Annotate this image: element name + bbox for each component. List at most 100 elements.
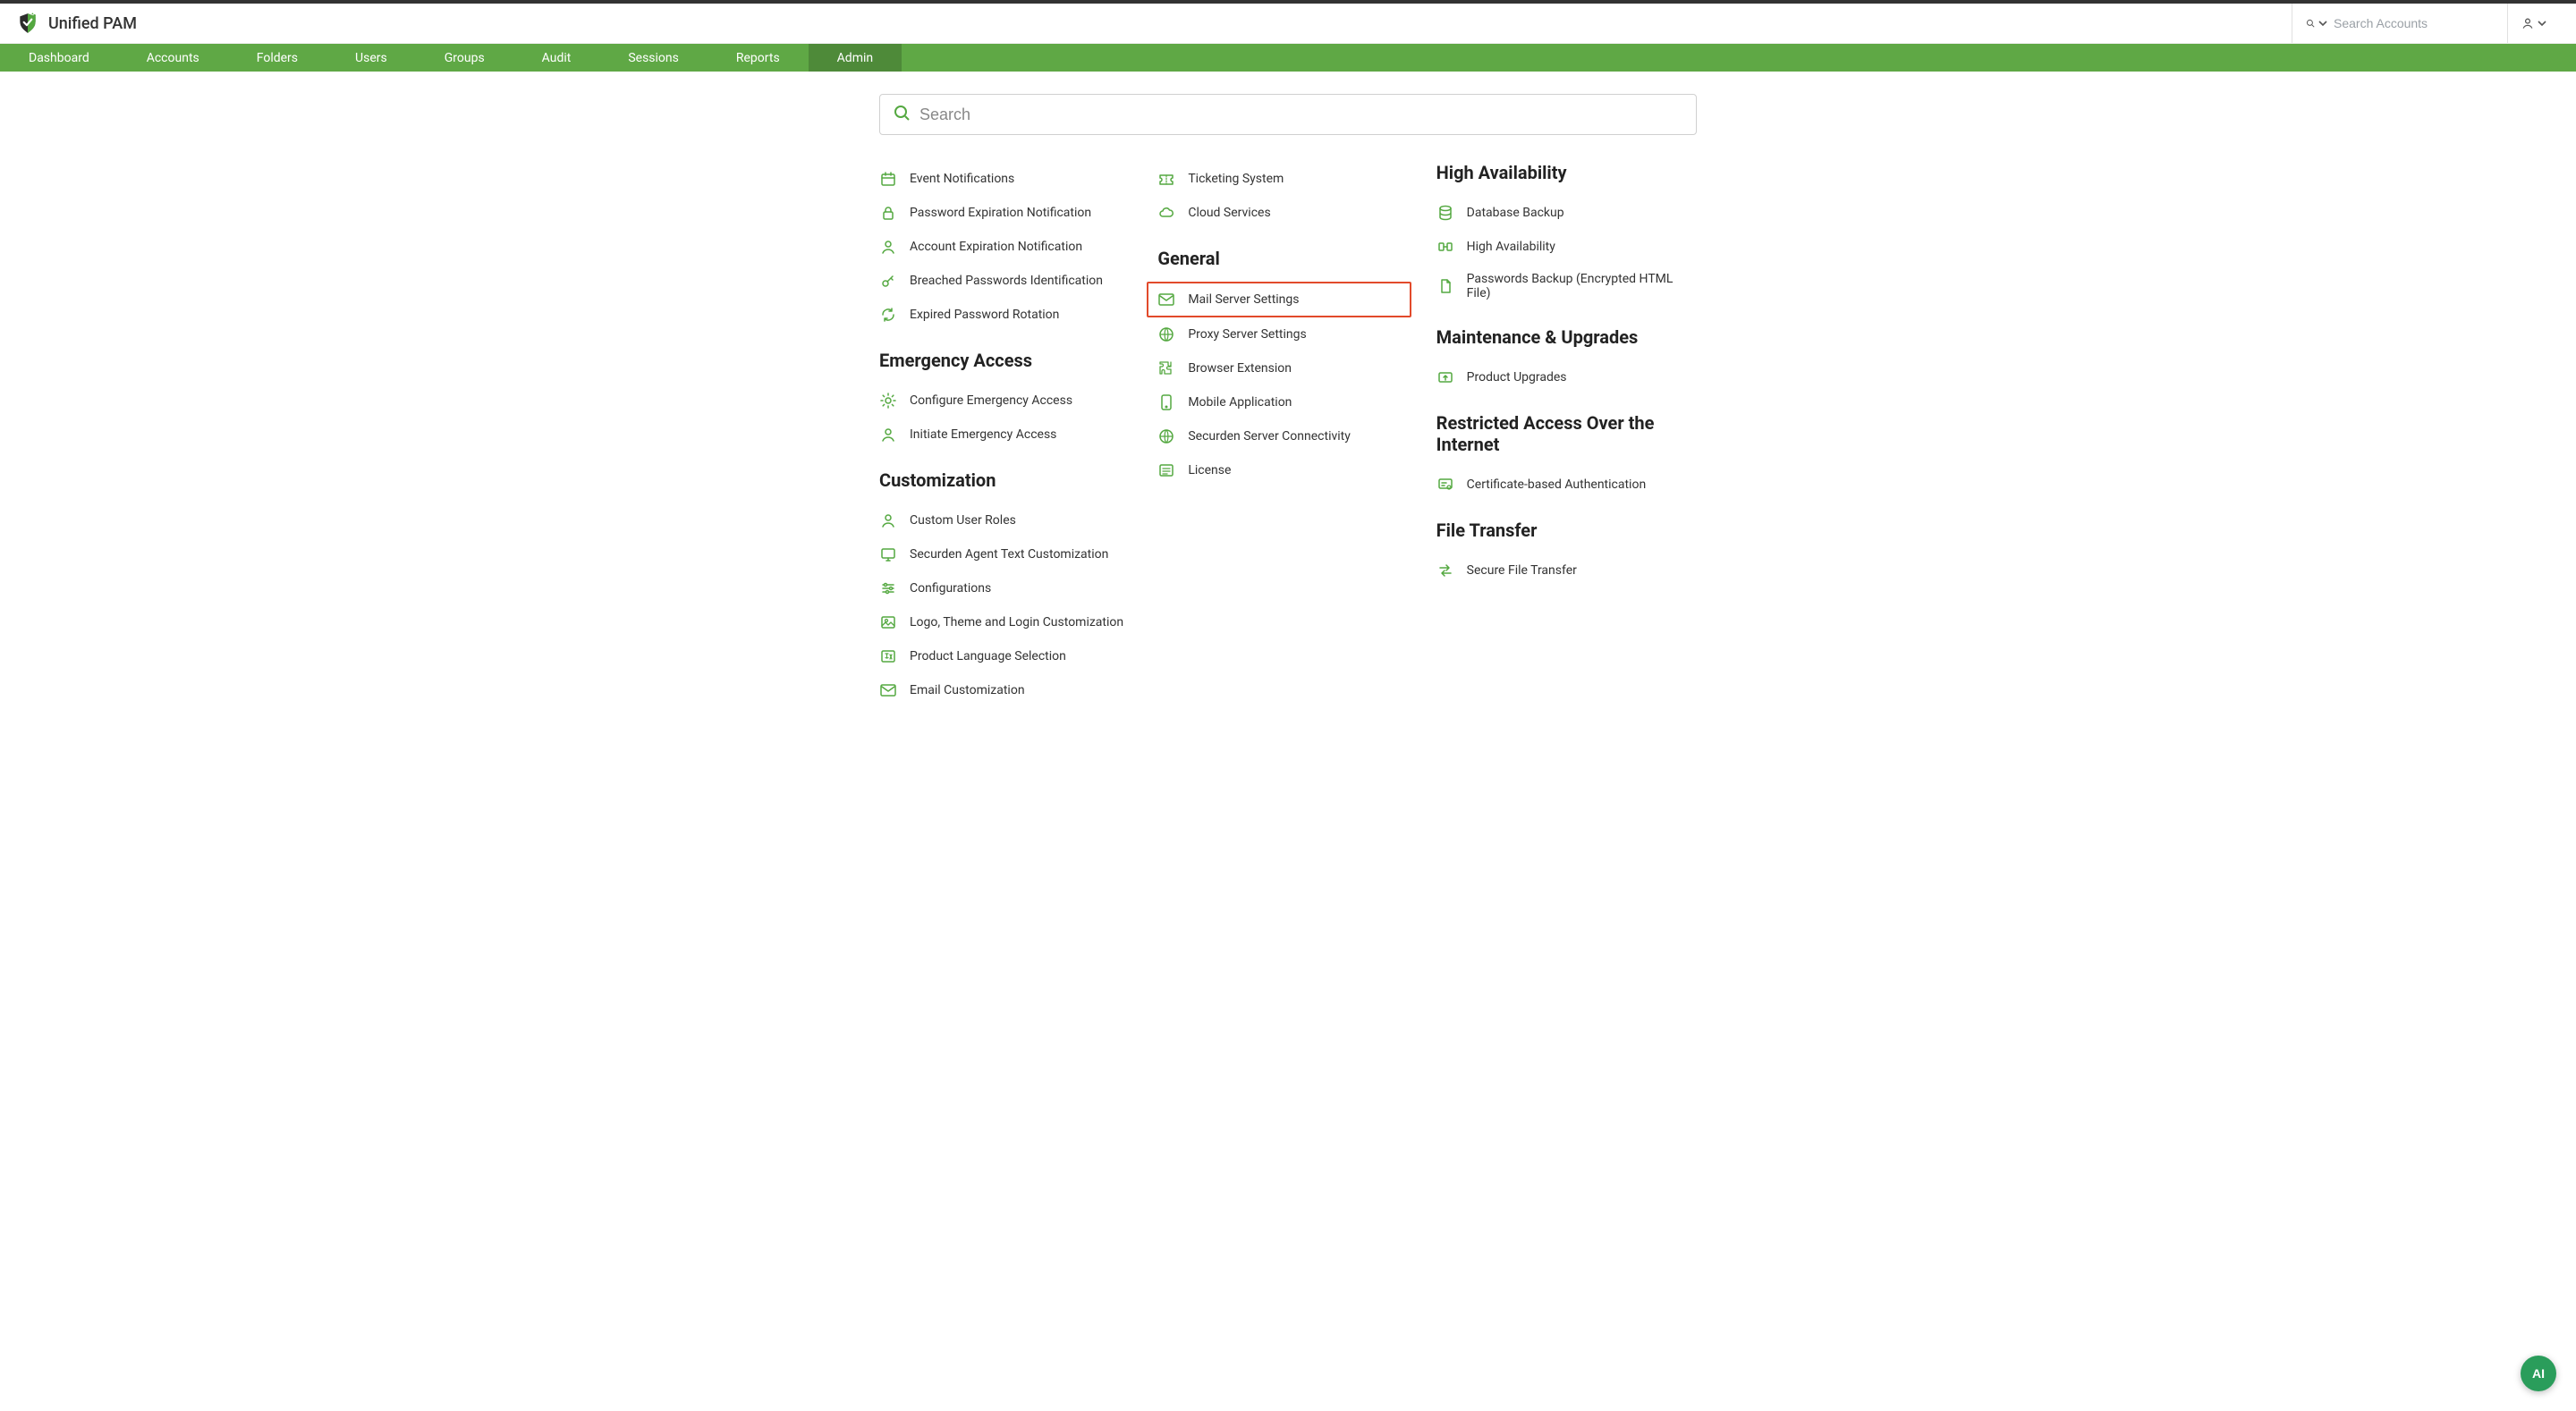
topbar: Unified PAM: [0, 0, 2576, 44]
admin-search-input[interactable]: [919, 106, 1683, 124]
section-title-high-availability: High Availability: [1436, 162, 1697, 183]
nav-sessions[interactable]: Sessions: [599, 44, 708, 72]
setting-label: Account Expiration Notification: [910, 240, 1082, 254]
setting-label: Logo, Theme and Login Customization: [910, 615, 1123, 629]
header-search-input[interactable]: [2334, 16, 2495, 30]
setting-certificate-based-authentication[interactable]: Certificate-based Authentication: [1436, 468, 1697, 502]
nav-accounts[interactable]: Accounts: [118, 44, 228, 72]
certificate-icon: [1436, 476, 1454, 494]
nav-groups[interactable]: Groups: [416, 44, 513, 72]
file-transfer-icon: [1436, 562, 1454, 579]
setting-configure-emergency-access[interactable]: Configure Emergency Access: [879, 384, 1140, 418]
setting-securden-server-connectivity[interactable]: Securden Server Connectivity: [1157, 419, 1418, 453]
setting-expired-password-rotation[interactable]: Expired Password Rotation: [879, 298, 1140, 332]
nav-users[interactable]: Users: [326, 44, 416, 72]
setting-browser-extension[interactable]: Browser Extension: [1157, 351, 1418, 385]
setting-label: Ticketing System: [1188, 172, 1284, 186]
setting-account-expiration-notification[interactable]: Account Expiration Notification: [879, 230, 1140, 264]
user-menu[interactable]: [2507, 4, 2560, 43]
settings-columns: Event NotificationsPassword Expiration N…: [879, 162, 1697, 707]
main-nav: DashboardAccountsFoldersUsersGroupsAudit…: [0, 44, 2576, 72]
header-search: [2292, 4, 2507, 43]
file-lock-icon: [1436, 277, 1454, 295]
mail-icon: [1157, 291, 1175, 308]
setting-securden-agent-text-customization[interactable]: Securden Agent Text Customization: [879, 537, 1140, 571]
person-clock-icon: [879, 238, 897, 256]
brand-name: Unified PAM: [48, 14, 137, 33]
settings-column-1: Event NotificationsPassword Expiration N…: [879, 162, 1140, 707]
settings-column-3: High Availability Database Backup High Ava…: [1436, 162, 1697, 707]
setting-label: Email Customization: [910, 683, 1025, 697]
mobile-icon: [1157, 393, 1175, 411]
setting-high-availability[interactable]: High Availability: [1436, 230, 1697, 264]
admin-search-box: [879, 94, 1697, 135]
search-scope-dropdown[interactable]: [2305, 18, 2328, 29]
globe-icon: [1157, 325, 1175, 343]
puzzle-icon: [1157, 359, 1175, 377]
ticket-icon: [1157, 170, 1175, 188]
person-run-icon: [879, 426, 897, 444]
setting-label: Passwords Backup (Encrypted HTML File): [1467, 272, 1697, 300]
setting-product-language-selection[interactable]: Product Language Selection: [879, 639, 1140, 673]
key-alert-icon: [879, 272, 897, 290]
database-icon: [1436, 204, 1454, 222]
setting-cloud-services[interactable]: Cloud Services: [1157, 196, 1418, 230]
setting-password-expiration-notification[interactable]: Password Expiration Notification: [879, 196, 1140, 230]
nav-reports[interactable]: Reports: [708, 44, 809, 72]
nav-admin[interactable]: Admin: [809, 44, 902, 72]
setting-logo-theme-and-login-customization[interactable]: Logo, Theme and Login Customization: [879, 605, 1140, 639]
setting-license[interactable]: License: [1157, 453, 1418, 487]
setting-configurations[interactable]: Configurations: [879, 571, 1140, 605]
language-icon: [879, 647, 897, 665]
person-gear-icon: [879, 511, 897, 529]
section-title-restricted-access-over-the-internet: Restricted Access Over the Internet: [1436, 412, 1697, 455]
setting-label: Certificate-based Authentication: [1467, 477, 1647, 492]
setting-proxy-server-settings[interactable]: Proxy Server Settings: [1157, 317, 1418, 351]
section-title-general: General: [1157, 248, 1418, 269]
cloud-icon: [1157, 204, 1175, 222]
setting-mail-server-settings[interactable]: Mail Server Settings: [1147, 282, 1411, 317]
setting-label: License: [1188, 463, 1231, 477]
mail-edit-icon: [879, 681, 897, 699]
license-icon: [1157, 461, 1175, 479]
topbar-right: [2292, 4, 2560, 43]
nav-audit[interactable]: Audit: [513, 44, 600, 72]
setting-label: Product Language Selection: [910, 649, 1066, 663]
setting-label: Expired Password Rotation: [910, 308, 1059, 322]
setting-database-backup[interactable]: Database Backup: [1436, 196, 1697, 230]
setting-secure-file-transfer[interactable]: Secure File Transfer: [1436, 553, 1697, 587]
nav-dashboard[interactable]: Dashboard: [0, 44, 118, 72]
brand: Unified PAM: [16, 12, 2292, 35]
image-palette-icon: [879, 613, 897, 631]
setting-passwords-backup-encrypted-html-file[interactable]: Passwords Backup (Encrypted HTML File): [1436, 264, 1697, 308]
setting-initiate-emergency-access[interactable]: Initiate Emergency Access: [879, 418, 1140, 452]
setting-email-customization[interactable]: Email Customization: [879, 673, 1140, 707]
upgrade-icon: [1436, 368, 1454, 386]
setting-label: Secure File Transfer: [1467, 563, 1577, 578]
gear-alert-icon: [879, 392, 897, 410]
setting-label: Configure Emergency Access: [910, 393, 1072, 408]
screen-gear-icon: [879, 545, 897, 563]
setting-label: Cloud Services: [1188, 206, 1270, 220]
setting-mobile-application[interactable]: Mobile Application: [1157, 385, 1418, 419]
setting-custom-user-roles[interactable]: Custom User Roles: [879, 503, 1140, 537]
shield-check-icon: [16, 12, 39, 35]
setting-breached-passwords-identification[interactable]: Breached Passwords Identification: [879, 264, 1140, 298]
section-title-customization: Customization: [879, 469, 1140, 491]
setting-label: High Availability: [1467, 240, 1555, 254]
setting-label: Browser Extension: [1188, 361, 1292, 376]
sliders-icon: [879, 579, 897, 597]
nav-folders[interactable]: Folders: [228, 44, 326, 72]
refresh-lock-icon: [879, 306, 897, 324]
ai-assistant-button[interactable]: AI: [2521, 1356, 2556, 1391]
setting-event-notifications[interactable]: Event Notifications: [879, 162, 1140, 196]
lock-clock-icon: [879, 204, 897, 222]
main-content: Event NotificationsPassword Expiration N…: [0, 72, 2576, 734]
setting-ticketing-system[interactable]: Ticketing System: [1157, 162, 1418, 196]
setting-product-upgrades[interactable]: Product Upgrades: [1436, 360, 1697, 394]
setting-label: Securden Agent Text Customization: [910, 547, 1108, 562]
setting-label: Mail Server Settings: [1188, 292, 1299, 307]
setting-label: Mobile Application: [1188, 395, 1292, 410]
globe-link-icon: [1157, 427, 1175, 445]
search-icon: [893, 104, 911, 125]
